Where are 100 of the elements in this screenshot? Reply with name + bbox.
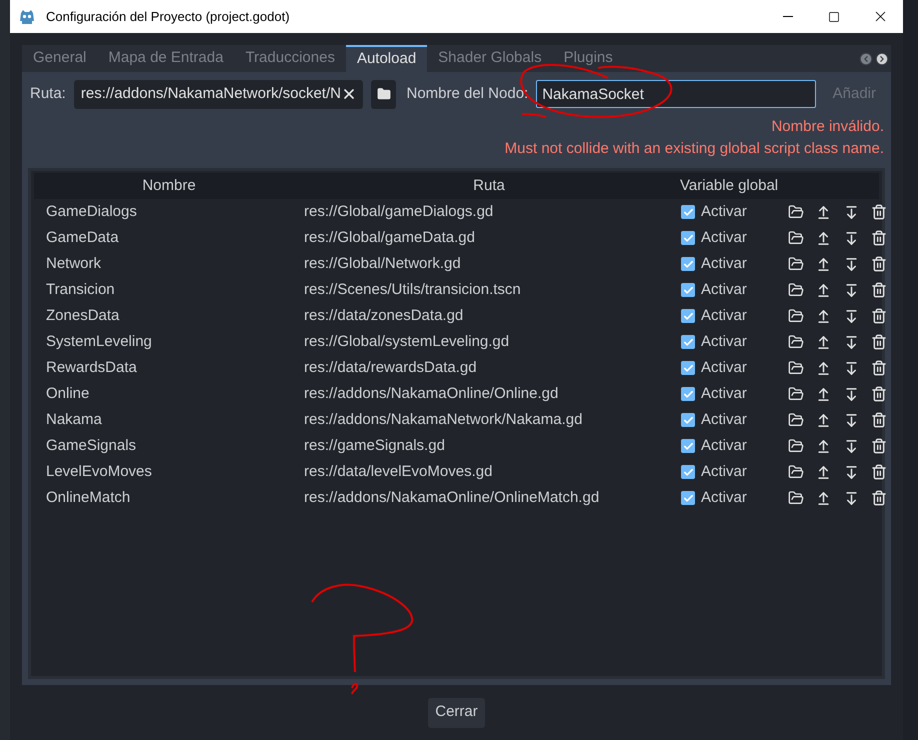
node-name-field[interactable]: NakamaSocket [536,80,816,108]
delete-icon[interactable] [871,204,887,220]
checkbox-label: Activar [701,280,748,300]
node-name-label: Nombre del Nodo: [406,84,528,104]
move-down-icon[interactable] [844,230,859,246]
folder-icon[interactable] [788,230,804,246]
checkbox[interactable] [681,231,695,245]
checkbox[interactable] [681,361,695,375]
move-up-icon[interactable] [816,256,831,272]
scroll-right-icon[interactable] [875,52,889,66]
folder-icon[interactable] [788,204,804,220]
move-up-icon[interactable] [816,334,831,350]
delete-icon[interactable] [871,308,887,324]
path-field[interactable]: res://addons/NakamaNetwork/socket/N [74,80,363,108]
folder-icon[interactable] [788,386,804,402]
tab[interactable]: Mapa de Entrada [97,45,234,72]
delete-icon[interactable] [871,230,887,246]
move-up-icon[interactable] [816,282,831,298]
folder-icon[interactable] [788,412,804,428]
path-label: Ruta: [30,84,66,104]
move-up-icon[interactable] [816,464,831,480]
delete-icon[interactable] [871,386,887,402]
delete-icon[interactable] [871,360,887,376]
move-up-icon[interactable] [816,230,831,246]
move-up-icon[interactable] [816,490,831,506]
browse-button[interactable] [370,80,396,108]
move-up-icon[interactable] [816,386,831,402]
folder-icon[interactable] [788,360,804,376]
folder-icon[interactable] [788,490,804,506]
checkbox[interactable] [681,439,695,453]
checkbox[interactable] [681,283,695,297]
table-cell-text: res://addons/NakamaOnline/Online.gd [304,384,560,404]
table-cell-text: res://data/levelEvoMoves.gd [304,462,494,482]
checkbox[interactable] [681,257,695,271]
move-down-icon[interactable] [844,204,859,220]
folder-icon[interactable] [788,282,804,298]
checkbox-label: Activar [701,436,748,456]
table-cell-text: Transicion [45,280,116,300]
delete-icon[interactable] [871,334,887,350]
move-down-icon[interactable] [844,464,859,480]
move-down-icon[interactable] [844,282,859,298]
table-cell-text: GameDialogs [45,202,138,222]
tab[interactable]: Shader Globals [427,45,553,72]
checkbox[interactable] [681,465,695,479]
error-message: Must not collide with an existing global script class name. [504,139,884,159]
tab[interactable]: Traducciones [234,45,346,72]
move-up-icon[interactable] [816,412,831,428]
tab[interactable]: General [22,45,98,72]
move-up-icon[interactable] [816,204,831,220]
move-up-icon[interactable] [816,438,831,454]
folder-icon [376,87,391,101]
tab[interactable]: Plugins [552,45,624,72]
checkbox[interactable] [681,387,695,401]
checkbox-label: Activar [701,384,748,404]
folder-icon[interactable] [788,464,804,480]
column-header: Nombre [142,176,196,196]
table-cell-text: OnlineMatch [45,488,132,508]
checkbox[interactable] [681,309,695,323]
checkbox[interactable] [681,413,695,427]
folder-icon[interactable] [788,334,804,350]
checkbox-label: Activar [701,488,748,508]
table-cell-text: res://Scenes/Utils/transicion.tscn [304,280,522,300]
checkbox-label: Activar [701,306,748,326]
table-cell-text: LevelEvoMoves [45,462,153,482]
checkbox-label: Activar [701,228,748,248]
move-down-icon[interactable] [844,334,859,350]
checkbox-label: Activar [701,462,748,482]
tab[interactable]: Autoload [346,45,428,72]
folder-icon[interactable] [788,256,804,272]
move-down-icon[interactable] [844,438,859,454]
scroll-left-icon[interactable] [859,52,873,66]
checkbox-label: Activar [701,202,748,222]
checkbox[interactable] [681,205,695,219]
folder-icon[interactable] [788,308,804,324]
folder-icon[interactable] [788,438,804,454]
move-down-icon[interactable] [844,490,859,506]
delete-icon[interactable] [871,490,887,506]
move-down-icon[interactable] [844,308,859,324]
checkbox[interactable] [681,335,695,349]
move-down-icon[interactable] [844,386,859,402]
move-up-icon[interactable] [816,308,831,324]
move-down-icon[interactable] [844,412,859,428]
checkbox[interactable] [681,491,695,505]
table-cell-text: res://Global/gameData.gd [304,228,476,248]
table-cell-text: Network [45,254,102,274]
table-cell-text: res://data/rewardsData.gd [304,358,478,378]
delete-icon[interactable] [871,464,887,480]
delete-icon[interactable] [871,256,887,272]
move-down-icon[interactable] [844,360,859,376]
move-down-icon[interactable] [844,256,859,272]
checkbox-label: Activar [701,332,748,352]
checkbox-label: Activar [701,410,748,430]
checkbox-label: Activar [701,254,748,274]
table-cell-text: SystemLeveling [45,332,153,352]
close-dialog-button[interactable]: Cerrar [428,698,485,728]
delete-icon[interactable] [871,438,887,454]
delete-icon[interactable] [871,412,887,428]
table-cell-text: GameSignals [45,436,138,456]
move-up-icon[interactable] [816,360,831,376]
delete-icon[interactable] [871,282,887,298]
